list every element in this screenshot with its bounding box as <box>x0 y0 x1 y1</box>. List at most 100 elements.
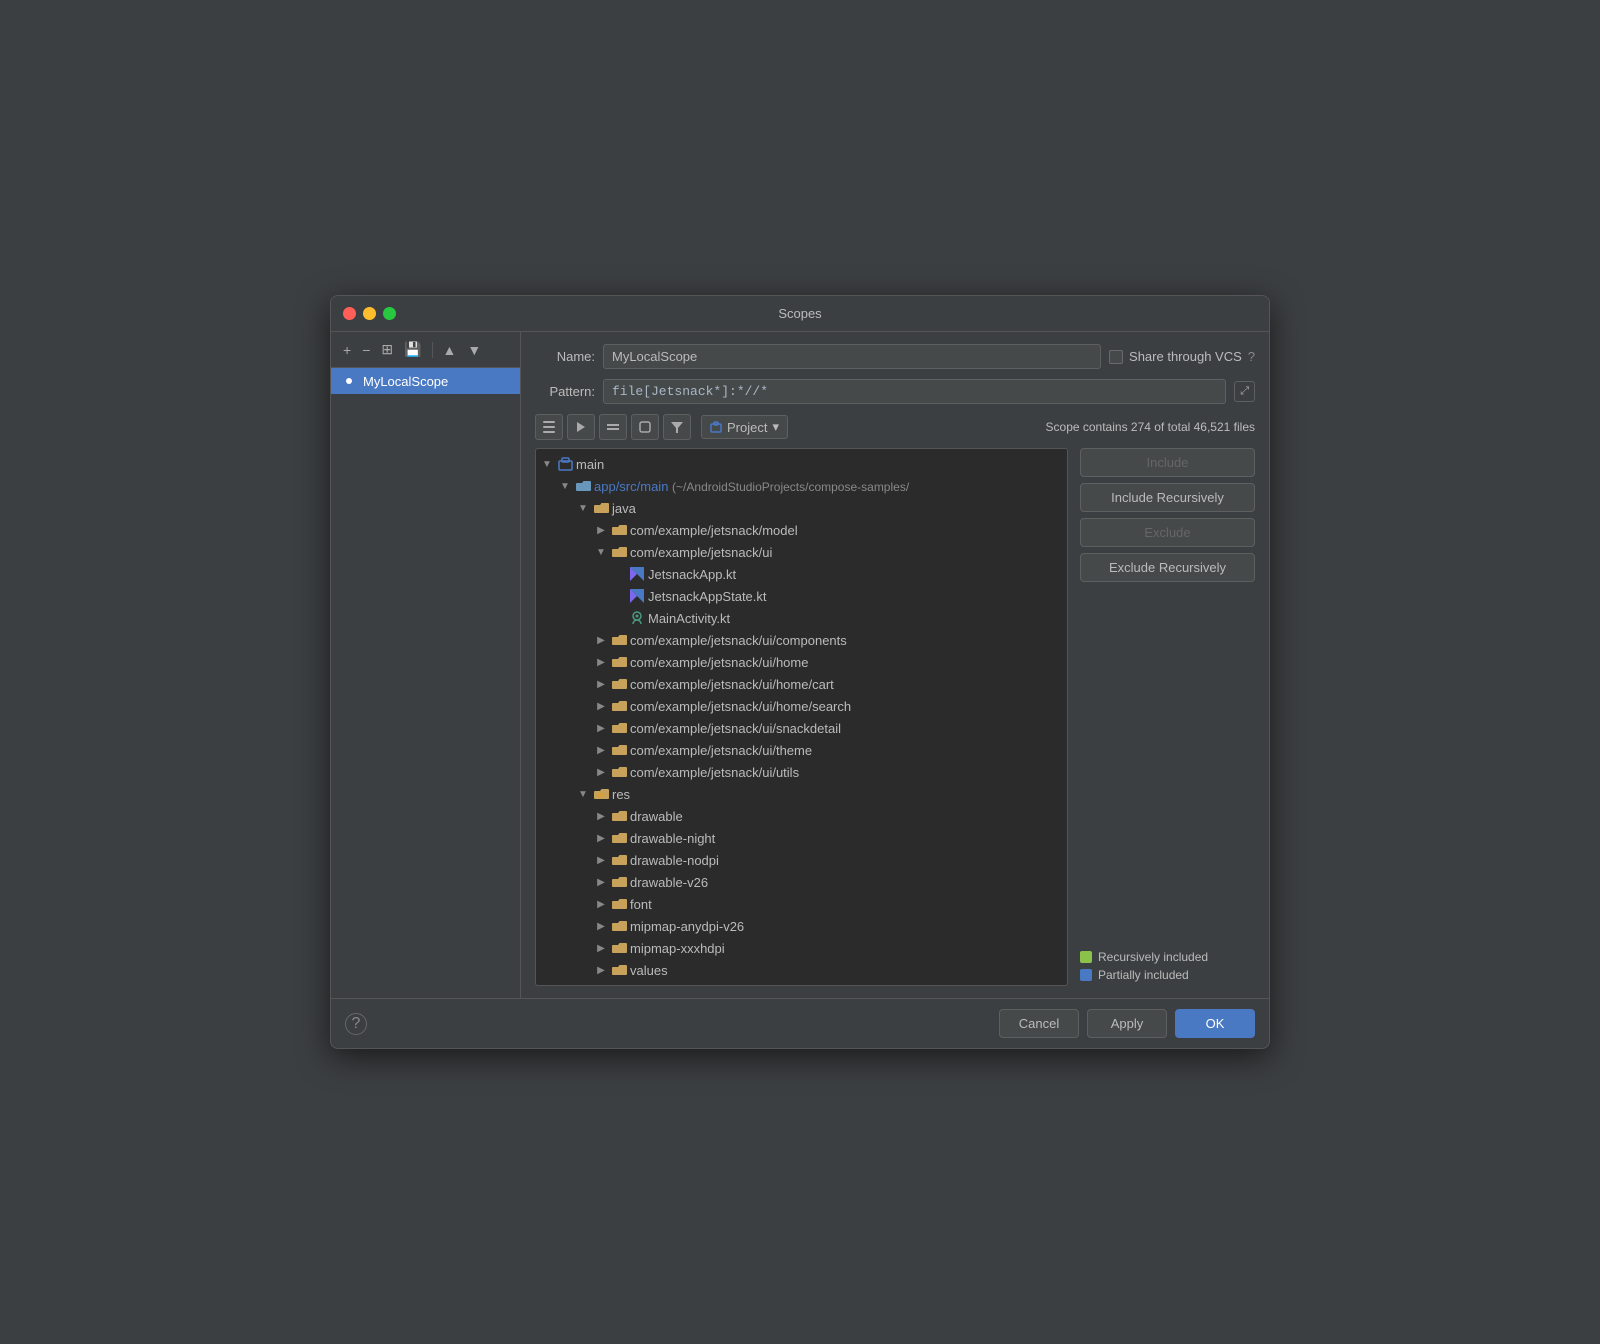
traffic-lights <box>343 307 396 320</box>
project-selector[interactable]: Project ▾ <box>701 415 788 439</box>
help-button[interactable]: ? <box>345 1013 367 1035</box>
pattern-input[interactable] <box>603 379 1226 404</box>
expand-pattern-button[interactable]: ⤢ <box>1234 381 1255 402</box>
tree-node[interactable]: ▶com/example/jetsnack/model <box>536 519 1067 541</box>
tree-node[interactable]: MainActivity.kt <box>536 607 1067 629</box>
exclude-recursively-button[interactable]: Exclude Recursively <box>1080 553 1255 582</box>
collapse-all-button[interactable] <box>535 414 563 440</box>
ok-button[interactable]: OK <box>1175 1009 1255 1038</box>
tree-node-icon <box>611 544 627 560</box>
remove-scope-button[interactable]: − <box>358 339 374 361</box>
tree-node-icon <box>611 830 627 846</box>
tree-node[interactable]: ▼java <box>536 497 1067 519</box>
name-input[interactable] <box>603 344 1101 369</box>
tree-node[interactable]: ▶com/example/jetsnack/ui/home/cart <box>536 673 1067 695</box>
share-vcs-help-icon[interactable]: ? <box>1248 349 1255 364</box>
tree-toggle[interactable]: ▶ <box>594 875 608 889</box>
cancel-button[interactable]: Cancel <box>999 1009 1079 1038</box>
maximize-button[interactable] <box>383 307 396 320</box>
minimize-button[interactable] <box>363 307 376 320</box>
tree-toggle[interactable]: ▶ <box>594 523 608 537</box>
move-up-button[interactable]: ▲ <box>439 339 461 361</box>
tree-toggle[interactable]: ▶ <box>594 831 608 845</box>
expand-all-button[interactable] <box>567 414 595 440</box>
tree-node-label: drawable <box>630 809 683 824</box>
tree-node[interactable]: ▶ drawable-v26 <box>536 871 1067 893</box>
tree-toggle[interactable]: ▶ <box>594 941 608 955</box>
tree-node[interactable]: JetsnackApp.kt <box>536 563 1067 585</box>
save-scope-button[interactable]: 💾 <box>400 338 425 361</box>
tree-toggle[interactable]: ▶ <box>594 655 608 669</box>
tree-node-label: app/src/main (~/AndroidStudioProjects/co… <box>594 479 909 494</box>
tree-node[interactable]: JetsnackAppState.kt <box>536 585 1067 607</box>
pattern-label: Pattern: <box>535 384 595 399</box>
filter-button[interactable] <box>663 414 691 440</box>
tree-node[interactable]: ▶mipmap-anydpi-v26 <box>536 915 1067 937</box>
tree-node[interactable]: ▶com/example/jetsnack/ui/home <box>536 651 1067 673</box>
tree-node[interactable]: ▼com/example/jetsnack/ui <box>536 541 1067 563</box>
tree-toggle[interactable]: ▶ <box>594 699 608 713</box>
dialog-body: + − ⊞ 💾 ▲ ▼ MyLocalScope Name: <box>331 332 1269 998</box>
move-down-button[interactable]: ▼ <box>463 339 485 361</box>
tree-node-label: com/example/jetsnack/ui/components <box>630 633 847 648</box>
tree-toggle[interactable]: ▶ <box>594 633 608 647</box>
project-selector-label: Project <box>727 420 767 435</box>
tree-node[interactable]: ▼main <box>536 453 1067 475</box>
tree-toggle[interactable]: ▶ <box>594 853 608 867</box>
tree-node[interactable]: ▼ app/src/main (~/AndroidStudioProjects/c… <box>536 475 1067 497</box>
tree-node-label: drawable-v26 <box>630 875 708 890</box>
tree-node[interactable]: ▶mipmap-xxxhdpi <box>536 937 1067 959</box>
include-button[interactable]: Include <box>1080 448 1255 477</box>
tree-toggle[interactable]: ▶ <box>594 677 608 691</box>
tree-node-label: com/example/jetsnack/ui/theme <box>630 743 812 758</box>
copy-scope-button[interactable]: ⊞ <box>377 338 397 361</box>
tree-node[interactable]: ▶ com/example/jetsnack/ui/theme <box>536 739 1067 761</box>
apply-button[interactable]: Apply <box>1087 1009 1167 1038</box>
tree-node-icon <box>611 962 627 978</box>
tree-toggle[interactable]: ▼ <box>576 787 590 801</box>
tree-toggle[interactable]: ▶ <box>594 897 608 911</box>
tree-toggle[interactable]: ▶ <box>594 721 608 735</box>
tree-toggle[interactable]: ▶ <box>594 963 608 977</box>
toolbar-separator <box>432 342 433 358</box>
include-recursively-button[interactable]: Include Recursively <box>1080 483 1255 512</box>
tree-node[interactable]: ▶drawable-night <box>536 827 1067 849</box>
tree-node-icon <box>611 654 627 670</box>
tree-node-icon <box>629 588 645 604</box>
svg-text:R: R <box>598 793 603 800</box>
tree-node[interactable]: ▶com/example/jetsnack/ui/utils <box>536 761 1067 783</box>
tree-node[interactable]: ▶com/example/jetsnack/ui/home/search <box>536 695 1067 717</box>
scope-item-myscope[interactable]: MyLocalScope <box>331 368 520 394</box>
tree-toggle[interactable]: ▼ <box>540 457 554 471</box>
tree-node[interactable]: ▶ drawable <box>536 805 1067 827</box>
close-button[interactable] <box>343 307 356 320</box>
tree-toggle[interactable]: ▶ <box>594 809 608 823</box>
tree-node[interactable]: ▶ com/example/jetsnack/ui/components <box>536 629 1067 651</box>
tree-node[interactable]: ▼Rres <box>536 783 1067 805</box>
tree-toggle[interactable]: ▶ <box>594 765 608 779</box>
tree-node-icon <box>611 852 627 868</box>
flatten-button[interactable] <box>599 414 627 440</box>
add-scope-button[interactable]: + <box>339 339 355 361</box>
file-tree[interactable]: ▼main▼app/src/main (~/AndroidStudioProje… <box>535 448 1068 986</box>
legend-partially-included: Partially included <box>1080 968 1255 982</box>
tree-toggle[interactable]: ▶ <box>594 743 608 757</box>
tree-toggle[interactable]: ▶ <box>594 919 608 933</box>
show-only-included-button[interactable] <box>631 414 659 440</box>
dialog-title: Scopes <box>778 306 821 321</box>
tree-node[interactable]: ▶drawable-nodpi <box>536 849 1067 871</box>
tree-node-label: font <box>630 897 652 912</box>
tree-node[interactable]: ▶ font <box>536 893 1067 915</box>
tree-toggle[interactable]: ▼ <box>558 479 572 493</box>
scope-icon-inner <box>346 378 352 384</box>
tree-node[interactable]: ▶ com/example/jetsnack/ui/snackdetail <box>536 717 1067 739</box>
tree-node-icon <box>611 764 627 780</box>
share-vcs-checkbox[interactable] <box>1109 350 1123 364</box>
tree-toggle[interactable]: ▼ <box>594 545 608 559</box>
tree-toggle[interactable]: ▼ <box>576 501 590 515</box>
exclude-button[interactable]: Exclude <box>1080 518 1255 547</box>
tree-node-icon <box>611 720 627 736</box>
tree-node[interactable]: ▶values <box>536 959 1067 981</box>
tree-node-label: com/example/jetsnack/ui/snackdetail <box>630 721 841 736</box>
tree-node-icon <box>629 566 645 582</box>
